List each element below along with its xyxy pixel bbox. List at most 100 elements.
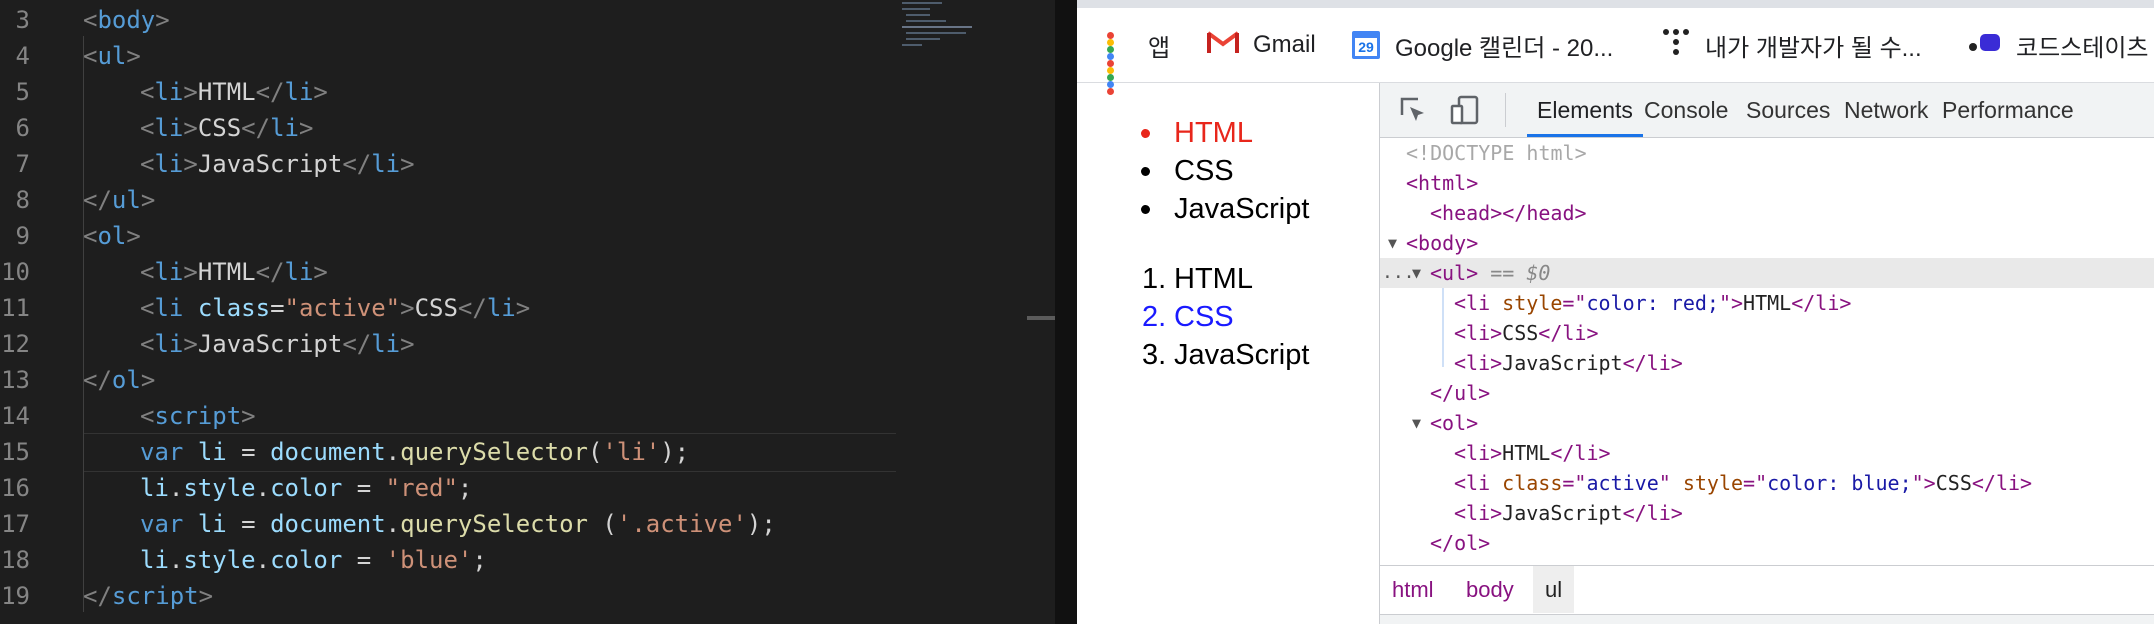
code-editor[interactable]: 3 <body> 4 <ul> 5 <li>HTML</li> 6 <li>CSS</li> 7… (0, 0, 1055, 624)
dom-token: color: red; (1586, 291, 1719, 315)
code-line[interactable]: 7 <li>JavaScript</li> (0, 146, 1040, 182)
tab-sources[interactable]: Sources (1746, 83, 1830, 137)
bookmark-label: 내가 개발자가 될 수... (1705, 34, 1922, 62)
bookmarks-bar: 앱 Gmail 29 Google 캘린더 - 20... 내가 개발자가 될 … (1077, 8, 2154, 95)
devtools-toolbar: Elements Console Sources Network Performance (1380, 83, 2154, 138)
tab-network[interactable]: Network (1844, 83, 1928, 137)
code-token: . (255, 474, 271, 502)
line-number: 14 (1, 402, 30, 430)
dom-token: <li (1454, 471, 1503, 495)
code-line[interactable]: 6 <li>CSS</li> (0, 110, 1040, 146)
code-token: </ (342, 150, 372, 178)
code-token: < (140, 150, 155, 178)
code-line[interactable]: 11 <li class="active">CSS</li> (0, 290, 1040, 326)
dom-tree[interactable]: <!DOCTYPE html> <html> <head></head> ▼ <body… (1380, 138, 2154, 555)
code-line[interactable]: 14 <script> (0, 398, 1040, 434)
tab-elements[interactable]: Elements (1527, 83, 1643, 137)
bookmark-dev[interactable]: 내가 개발자가 될 수... (1661, 8, 1922, 82)
code-text: <script> (140, 398, 256, 434)
dom-node-text: <li>CSS</li> (1454, 318, 1599, 348)
dom-token: class (1502, 471, 1563, 495)
code-line[interactable]: 4 <ul> (0, 38, 1040, 74)
dom-node-text: <html> (1406, 168, 1478, 198)
line-number: 11 (1, 294, 30, 322)
more-options-icon[interactable]: ... (1382, 258, 1415, 288)
code-text: <li>CSS</li> (140, 110, 313, 146)
bookmark-label: 앱 (1148, 34, 1171, 62)
device-toolbar-icon[interactable] (1450, 95, 1480, 125)
bookmark-calendar[interactable]: 29 Google 캘린더 - 20... (1351, 8, 1613, 82)
code-line[interactable]: 18 li.style.color = 'blue'; (0, 542, 1040, 578)
dom-node-text: </ol> (1430, 528, 1490, 558)
bookmark-gmail[interactable]: Gmail (1206, 8, 1316, 82)
dom-node-text: <body> (1406, 228, 1478, 258)
code-token: . (255, 546, 271, 574)
code-line[interactable]: 16 li.style.color = "red"; (0, 470, 1040, 506)
dom-token: <html> (1406, 171, 1479, 195)
code-token: ( (587, 510, 617, 538)
dom-node[interactable]: <li>JavaScript</li> (1380, 498, 2154, 528)
dom-node[interactable]: <li class="active" style="color: blue;">… (1380, 468, 2154, 498)
dom-token: CSS (1502, 321, 1539, 345)
tab-performance[interactable]: Performance (1942, 83, 2074, 137)
code-line[interactable]: 3 <body> (0, 2, 1040, 38)
dom-node[interactable]: <head></head> (1380, 198, 2154, 228)
dom-node[interactable]: <li>HTML</li> (1380, 438, 2154, 468)
dom-node[interactable]: <html> (1380, 168, 2154, 198)
expand-triangle-icon[interactable]: ▼ (1388, 228, 1397, 258)
code-token: li (284, 78, 314, 106)
dom-token: " (1658, 471, 1683, 495)
toolbar-separator (1505, 93, 1506, 127)
dom-node[interactable]: ▼ <ol> (1380, 408, 2154, 438)
code-token: > (400, 150, 415, 178)
code-token: < (140, 402, 155, 430)
code-token: < (140, 114, 155, 142)
code-line[interactable]: 12 <li>JavaScript</li> (0, 326, 1040, 362)
code-token: li (140, 474, 169, 502)
code-token: style (183, 474, 256, 502)
apps-grid-icon (1107, 31, 1134, 95)
code-text: <li>HTML</li> (140, 74, 328, 110)
code-token: . (168, 546, 184, 574)
dom-node[interactable]: <!DOCTYPE html> (1380, 138, 2154, 168)
ol-number: 2. (1142, 301, 1167, 333)
code-line[interactable]: 19 </script> (0, 578, 1040, 614)
dom-node[interactable]: <li style="color: red;">HTML</li> (1380, 288, 2154, 318)
minimap[interactable] (900, 0, 1030, 50)
bookmark-codestates[interactable]: 코드스테이츠 ㅎ (1968, 8, 2154, 82)
code-token: > (183, 330, 198, 358)
code-line[interactable]: 9 <ol> (0, 218, 1040, 254)
inspect-element-icon[interactable] (1398, 95, 1428, 125)
code-line[interactable]: 17 var li = document.querySelector ('.act… (0, 506, 1040, 542)
dom-token: <!DOCTYPE html> (1406, 141, 1587, 165)
dom-node[interactable]: <li>JavaScript</li> (1380, 348, 2154, 378)
code-token: "active" (284, 294, 401, 322)
dom-node[interactable]: </ol> (1380, 528, 2154, 558)
code-token: < (140, 294, 155, 322)
dom-node[interactable]: </ul> (1380, 378, 2154, 408)
code-token: > (183, 78, 198, 106)
dom-node-selected[interactable]: ... ▼ <ul> == $0 (1380, 258, 2154, 288)
code-line[interactable]: 13 </ol> (0, 362, 1040, 398)
breadcrumb-html[interactable]: html (1380, 566, 1446, 613)
dom-node-text: <ul> == $0 (1430, 258, 1550, 288)
code-text: var li = document.querySelector('li'); (140, 434, 689, 470)
dom-node[interactable]: ▼ <body> (1380, 228, 2154, 258)
code-line[interactable]: 8 </ul> (0, 182, 1040, 218)
code-token: > (126, 42, 141, 70)
tab-console[interactable]: Console (1644, 83, 1728, 137)
code-token: </ (83, 582, 112, 610)
code-line[interactable]: 5 <li>HTML</li> (0, 74, 1040, 110)
breadcrumb-ul[interactable]: ul (1533, 566, 1575, 613)
expand-triangle-icon[interactable]: ▼ (1412, 258, 1421, 288)
dom-node[interactable]: <li>CSS</li> (1380, 318, 2154, 348)
code-token: ); (660, 438, 690, 466)
dom-token: <li> (1454, 441, 1503, 465)
code-line[interactable]: 15 var li = document.querySelector('li'); (0, 434, 1040, 470)
bookmark-apps[interactable]: 앱 (1107, 8, 1171, 95)
scrollbar-thumb[interactable] (1027, 316, 1055, 320)
breadcrumb-body[interactable]: body (1454, 566, 1526, 613)
code-line[interactable]: 10 <li>HTML</li> (0, 254, 1040, 290)
expand-triangle-icon[interactable]: ▼ (1412, 408, 1421, 438)
